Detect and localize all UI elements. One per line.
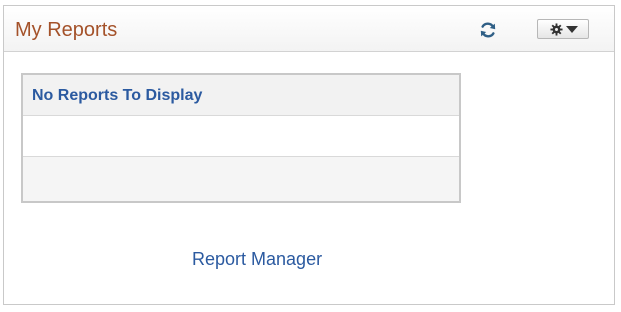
grid-header: No Reports To Display — [23, 75, 459, 116]
chevron-down-icon — [566, 26, 578, 33]
report-manager-link[interactable]: Report Manager — [192, 249, 322, 270]
grid-header-label: No Reports To Display — [32, 87, 203, 104]
table-row — [23, 157, 459, 201]
pagelet-title: My Reports — [15, 19, 118, 41]
table-row — [23, 116, 459, 157]
refresh-icon — [480, 22, 496, 38]
gear-icon — [550, 23, 563, 36]
my-reports-pagelet: My Reports No Reports To Display Report … — [3, 5, 615, 305]
pagelet-options-button[interactable] — [537, 19, 589, 39]
pagelet-header: My Reports — [4, 6, 614, 52]
refresh-button[interactable] — [479, 21, 497, 39]
reports-grid: No Reports To Display — [21, 73, 461, 203]
